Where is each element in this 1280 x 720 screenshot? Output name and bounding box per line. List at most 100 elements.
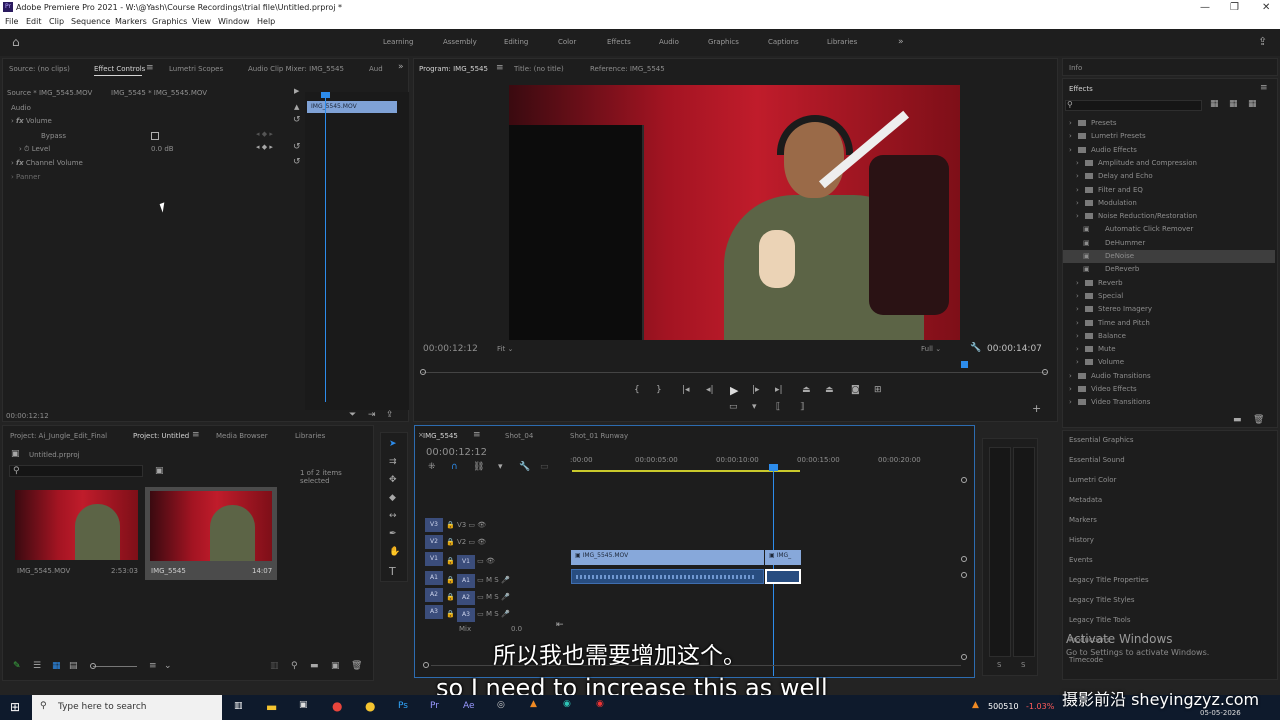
menu-view[interactable]: View (192, 17, 211, 26)
tab-shot-04[interactable]: Shot_04 (505, 432, 533, 440)
mix-value[interactable]: 0.0 (511, 625, 522, 633)
add-button-icon[interactable]: + (1032, 402, 1041, 415)
timeline-vscroll-bottom[interactable] (961, 654, 967, 660)
icon-view-icon[interactable]: ▦ (52, 661, 61, 671)
panel-timecode[interactable]: Timecode (1069, 656, 1103, 664)
tab-media-browser[interactable]: Media Browser (216, 432, 268, 440)
effects-item[interactable]: › Reverb (1063, 277, 1275, 290)
panel-history[interactable]: History (1069, 536, 1094, 544)
lift-icon[interactable]: ⏏ (802, 385, 811, 395)
panel-menu-icon[interactable]: ≡ (146, 63, 154, 73)
tab-project-ai-jungle[interactable]: Project: Ai_Jungle_Edit_Final (10, 432, 107, 440)
effects-item[interactable]: › Video Effects (1063, 383, 1275, 396)
workspace-captions[interactable]: Captions (768, 38, 799, 46)
timeline-vscroll-mid2[interactable] (961, 572, 967, 578)
tab-audio-clip-mixer[interactable]: Audio Clip Mixer: IMG_5545 (248, 65, 344, 73)
app-icon-1[interactable]: ▣ (299, 700, 308, 710)
project-item-sequence[interactable]: IMG_5545 14:07 (145, 487, 277, 580)
menu-file[interactable]: File (5, 17, 18, 26)
effects-item[interactable]: › Mute (1063, 343, 1275, 356)
program-video-frame[interactable] (509, 85, 960, 340)
effects-menu-icon[interactable]: ≡ (1260, 83, 1268, 93)
fit-dropdown[interactable]: Fit ⌄ (497, 345, 513, 353)
effects-item[interactable]: › Filter and EQ (1063, 184, 1275, 197)
find-icon[interactable]: ⚲ (291, 661, 298, 671)
timeline-vscroll-top[interactable] (961, 477, 967, 483)
menu-markers[interactable]: Markers (115, 17, 147, 26)
premiere-taskbar-icon[interactable]: Pr (430, 701, 439, 711)
effects-item[interactable]: › Audio Transitions (1063, 370, 1275, 383)
slip-tool-icon[interactable]: ↔ (389, 511, 397, 521)
mix-end-icon[interactable]: ⇤ (556, 620, 564, 630)
snap-icon[interactable]: ∩ (451, 462, 458, 472)
a1-label[interactable]: A1 (456, 574, 475, 588)
sort-icon[interactable]: ≡ (149, 661, 157, 671)
panel-events[interactable]: Events (1069, 556, 1093, 564)
v1-label[interactable]: V1 (456, 555, 475, 569)
effects-item[interactable]: › Modulation (1063, 197, 1275, 210)
sequence-menu-icon[interactable]: ≡ (473, 430, 481, 440)
timeline-settings-icon[interactable]: 🔧 (519, 462, 530, 472)
effects-item[interactable]: ▣ DeHummer (1063, 237, 1275, 250)
trim-in-icon[interactable]: ⟦ (776, 402, 780, 412)
x-close-icon[interactable]: × (418, 431, 424, 439)
panel-legacy-title-styles[interactable]: Legacy Title Styles (1069, 596, 1135, 604)
safe-margins-icon[interactable]: ▭ (729, 402, 738, 412)
panner-row[interactable]: › Panner (11, 173, 40, 181)
photoshop-icon[interactable]: Ps (398, 701, 408, 711)
mark-out-icon[interactable]: } (656, 385, 662, 395)
level-keyframe-nav-icon[interactable]: ◂ ◆ ▸ (256, 143, 273, 151)
reset-channel-volume-icon[interactable]: ↺ (293, 157, 301, 167)
clip-path[interactable]: IMG_5545 * IMG_5545.MOV (111, 89, 207, 97)
accelerated-effects-icon[interactable]: ▦ (1210, 99, 1219, 109)
play-only-icon[interactable]: ▶ (294, 87, 299, 95)
effects-item[interactable]: ▣ DeReverb (1063, 263, 1275, 276)
list-view-icon[interactable]: ☰ (33, 661, 41, 671)
app-icon-2[interactable]: ● (365, 699, 375, 713)
meter-solo-right[interactable]: S (1021, 661, 1025, 669)
zoom-slider[interactable] (93, 666, 137, 667)
effects-item[interactable]: › Delay and Echo (1063, 170, 1275, 183)
nest-icon[interactable]: ⁜ (428, 462, 436, 472)
ec-playhead[interactable] (325, 92, 326, 402)
timeline-playhead-head-icon[interactable] (769, 464, 778, 471)
workspace-effects[interactable]: Effects (607, 38, 631, 46)
linked-selection-icon[interactable]: ⛓ (473, 462, 484, 472)
source-path[interactable]: Source * IMG_5545.MOV (7, 89, 92, 97)
timeline-ruler[interactable]: :00:00 00:00:05:00 00:00:10:00 00:00:15:… (570, 450, 960, 472)
32bit-effects-icon[interactable]: ▦ (1229, 99, 1238, 109)
go-to-in-icon[interactable]: |◂ (682, 385, 690, 395)
v2-target[interactable]: V2 (425, 535, 443, 549)
share-icon[interactable]: ⇪ (1258, 35, 1267, 48)
timeline-vscroll-mid[interactable] (961, 556, 967, 562)
settings-wrench-icon[interactable]: 🔧 (970, 343, 981, 353)
workspace-learning[interactable]: Learning (383, 38, 413, 46)
full-dropdown[interactable]: Full ⌄ (921, 345, 941, 353)
tab-effect-controls[interactable]: Effect Controls (94, 65, 145, 73)
meter-solo-left[interactable]: S (997, 661, 1001, 669)
workspace-libraries[interactable]: Libraries (827, 38, 857, 46)
more-workspaces-icon[interactable]: » (898, 37, 904, 47)
a2-source-patch[interactable]: A2 (425, 588, 443, 602)
panel-legacy-title-properties[interactable]: Legacy Title Properties (1069, 576, 1149, 584)
effects-title[interactable]: Effects (1069, 85, 1093, 93)
vlc-icon[interactable]: ▲ (530, 699, 537, 709)
level-value[interactable]: 0.0 dB (151, 145, 174, 153)
tab-program[interactable]: Program: IMG_5545 (419, 65, 488, 73)
project-item-clip[interactable] (15, 490, 138, 560)
extract-icon[interactable]: ⏏ (825, 385, 834, 395)
tab-reference[interactable]: Reference: IMG_5545 (590, 65, 665, 73)
workspace-color[interactable]: Color (558, 38, 576, 46)
trim-out-icon[interactable]: ⟧ (800, 402, 804, 412)
pencil-icon[interactable]: ✎ (13, 661, 21, 671)
maximize-button[interactable]: ❐ (1230, 2, 1239, 13)
tab-title[interactable]: Title: (no title) (514, 65, 564, 73)
scrub-start-handle[interactable] (420, 369, 426, 375)
workspace-graphics[interactable]: Graphics (708, 38, 739, 46)
timeline-scroll-handle[interactable] (423, 662, 429, 668)
menu-edit[interactable]: Edit (26, 17, 42, 26)
workspace-editing[interactable]: Editing (504, 38, 528, 46)
panel-legacy-title-tools[interactable]: Legacy Title Tools (1069, 616, 1131, 624)
scrub-end-handle[interactable] (1042, 369, 1048, 375)
effects-item[interactable]: › Noise Reduction/Restoration (1063, 210, 1275, 223)
